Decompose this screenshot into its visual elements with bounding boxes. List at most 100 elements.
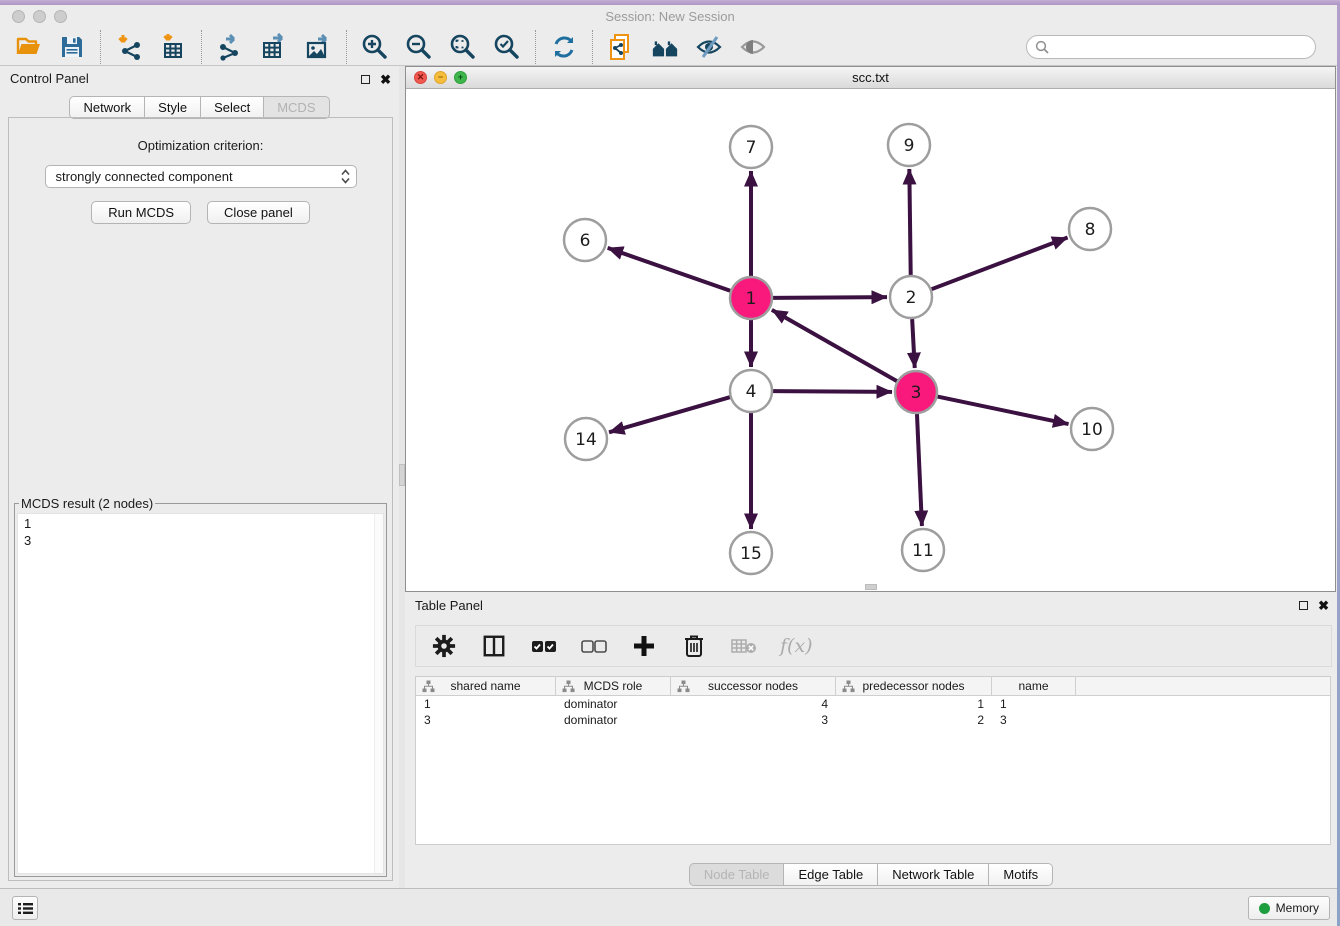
export-image-icon[interactable] [304, 33, 332, 61]
graph-edge-1-6[interactable] [608, 248, 731, 291]
criterion-select[interactable]: strongly connected component [45, 165, 357, 188]
export-network-icon[interactable] [216, 33, 244, 61]
tab-style[interactable]: Style [145, 96, 201, 119]
run-mcds-button[interactable]: Run MCDS [91, 201, 191, 224]
save-session-icon[interactable] [58, 33, 86, 61]
network-minimize-icon[interactable]: − [434, 71, 447, 84]
graph-edge-3-1[interactable] [772, 310, 897, 381]
tab-network-table[interactable]: Network Table [878, 863, 989, 886]
table-cell[interactable]: 1 [992, 696, 1076, 712]
network-title: scc.txt [406, 67, 1335, 88]
table-cell[interactable]: 4 [671, 696, 836, 712]
table-tabs: Node TableEdge TableNetwork TableMotifs [405, 863, 1337, 886]
network-maximize-icon[interactable]: + [454, 71, 467, 84]
graph-edge-3-11[interactable] [917, 414, 922, 526]
table-cell[interactable]: dominator [556, 696, 671, 712]
close-window-icon[interactable] [12, 10, 25, 23]
gear-icon[interactable] [430, 632, 458, 660]
zoom-selected-icon[interactable] [493, 33, 521, 61]
select-all-icon[interactable] [530, 632, 558, 660]
column-header-predecessor-nodes[interactable]: predecessor nodes [836, 677, 992, 695]
close-panel-button[interactable]: Close panel [207, 201, 310, 224]
result-item[interactable]: 1 [24, 515, 377, 532]
result-item[interactable]: 3 [24, 532, 377, 549]
table-cell[interactable]: 3 [992, 712, 1076, 728]
graph-edge-2-3[interactable] [912, 319, 915, 368]
table-row[interactable]: 1dominator411 [416, 696, 1330, 712]
tab-select[interactable]: Select [201, 96, 264, 119]
column-header-name[interactable]: name [992, 677, 1076, 695]
network-close-icon[interactable]: ✕ [414, 71, 427, 84]
minimize-window-icon[interactable] [33, 10, 46, 23]
column-header-shared-name[interactable]: shared name [416, 677, 556, 695]
graph-edge-2-9[interactable] [909, 169, 910, 275]
import-network-icon[interactable] [115, 33, 143, 61]
status-bar: Memory [0, 888, 1340, 926]
close-panel-icon[interactable]: ✖ [380, 73, 391, 86]
tab-network[interactable]: Network [69, 96, 145, 119]
add-row-icon[interactable] [630, 632, 658, 660]
clone-network-icon[interactable] [607, 33, 635, 61]
node-table[interactable]: shared nameMCDS rolesuccessor nodesprede… [415, 676, 1331, 845]
search-input[interactable] [1026, 35, 1316, 59]
deselect-all-icon[interactable] [580, 632, 608, 660]
network-graph[interactable]: 7968124314101511 [406, 89, 1336, 591]
float-panel-icon[interactable] [361, 75, 370, 84]
graph-node-label: 9 [904, 136, 915, 156]
delete-row-icon[interactable] [680, 632, 708, 660]
open-file-icon[interactable] [14, 33, 42, 61]
export-table-icon[interactable] [260, 33, 288, 61]
network-canvas[interactable]: 7968124314101511 [406, 89, 1335, 591]
delete-table-icon[interactable] [730, 632, 758, 660]
hide-selected-icon[interactable] [695, 33, 723, 61]
show-all-icon[interactable] [739, 33, 767, 61]
network-window-titlebar[interactable]: ✕ − + scc.txt [406, 67, 1335, 89]
graph-node-label: 10 [1081, 420, 1103, 440]
import-table-icon[interactable] [159, 33, 187, 61]
table-cell[interactable]: 2 [836, 712, 992, 728]
result-scrollbar[interactable] [374, 514, 383, 873]
refresh-icon[interactable] [550, 33, 578, 61]
columns-icon[interactable] [480, 632, 508, 660]
zoom-fit-icon[interactable] [449, 33, 477, 61]
table-panel-title: Table Panel [415, 598, 483, 613]
table-body[interactable]: 1dominator4113dominator323 [416, 696, 1330, 728]
close-table-panel-icon[interactable]: ✖ [1318, 599, 1329, 612]
zoom-in-icon[interactable] [361, 33, 389, 61]
tab-mcds[interactable]: MCDS [264, 96, 329, 119]
mcds-result-list[interactable]: 13 [17, 513, 384, 874]
table-cell[interactable]: 3 [416, 712, 556, 728]
task-history-button[interactable] [12, 896, 38, 920]
maximize-window-icon[interactable] [54, 10, 67, 23]
graph-edge-3-10[interactable] [938, 397, 1069, 425]
table-cell[interactable]: 1 [836, 696, 992, 712]
float-table-panel-icon[interactable] [1299, 601, 1308, 610]
first-neighbors-icon[interactable] [651, 33, 679, 61]
graph-node-label: 8 [1085, 220, 1096, 240]
mcds-result-title: MCDS result (2 nodes) [19, 496, 155, 511]
window-controls[interactable] [12, 10, 67, 23]
tab-edge-table[interactable]: Edge Table [784, 863, 878, 886]
graph-edge-4-3[interactable] [773, 391, 892, 392]
graph-node-label: 3 [911, 383, 922, 403]
task-list-icon [18, 902, 33, 915]
graph-edge-1-2[interactable] [773, 297, 887, 298]
memory-button[interactable]: Memory [1248, 896, 1330, 920]
tab-node-table[interactable]: Node Table [689, 863, 785, 886]
zoom-out-icon[interactable] [405, 33, 433, 61]
right-column: ✕ − + scc.txt 7968124314101511 Table Pan… [405, 66, 1337, 888]
table-cell[interactable]: 1 [416, 696, 556, 712]
column-header-MCDS-role[interactable]: MCDS role [556, 677, 671, 695]
tab-motifs[interactable]: Motifs [989, 863, 1053, 886]
canvas-resize-handle[interactable] [865, 584, 877, 590]
graph-edge-2-8[interactable] [932, 238, 1068, 290]
table-header-row[interactable]: shared nameMCDS rolesuccessor nodesprede… [416, 677, 1330, 696]
column-header-successor-nodes[interactable]: successor nodes [671, 677, 836, 695]
graph-node-label: 1 [746, 289, 757, 309]
table-cell[interactable]: 3 [671, 712, 836, 728]
table-cell[interactable]: dominator [556, 712, 671, 728]
graph-node-label: 11 [912, 541, 934, 561]
function-builder-icon[interactable]: f(x) [780, 635, 813, 657]
graph-edge-4-14[interactable] [609, 397, 730, 432]
table-row[interactable]: 3dominator323 [416, 712, 1330, 728]
